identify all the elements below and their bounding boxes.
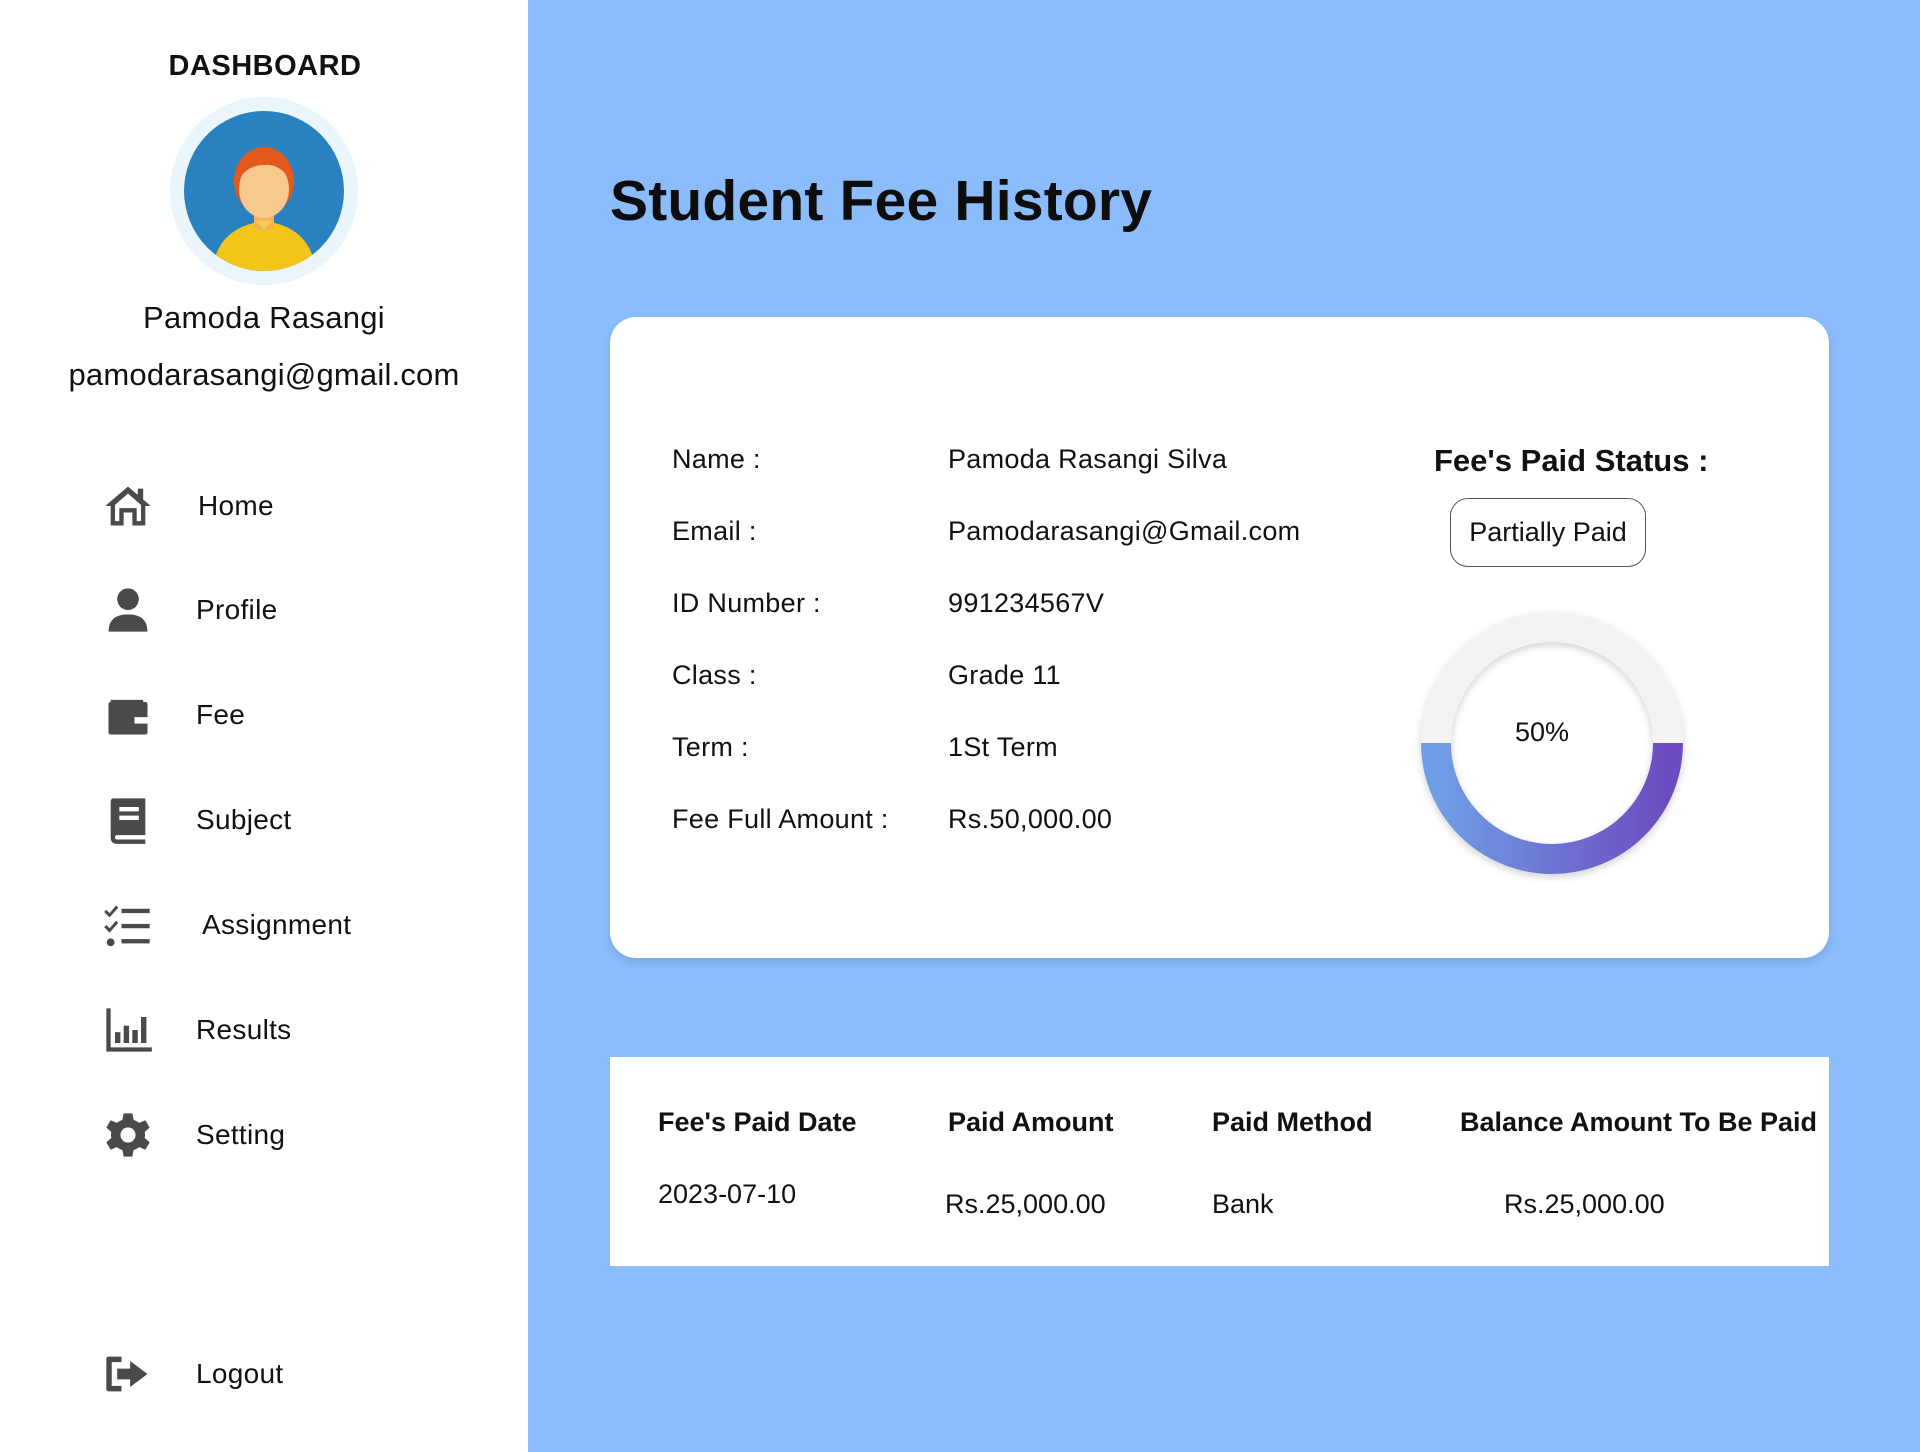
logout-button[interactable]: Logout — [98, 1344, 283, 1404]
sidebar-item-label: Assignment — [202, 909, 352, 940]
sidebar-item-setting[interactable]: Setting — [98, 1105, 285, 1165]
table-cell: 2023-07-10 — [658, 1179, 797, 1209]
user-icon — [98, 580, 158, 640]
wallet-icon — [98, 685, 158, 745]
sidebar-item-home[interactable]: Home — [98, 476, 274, 536]
home-icon — [98, 476, 158, 536]
progress-label: 50% — [1514, 717, 1570, 747]
sidebar-item-profile[interactable]: Profile — [98, 580, 277, 640]
detail-value: 1St Term — [948, 732, 1058, 762]
sidebar-item-fee[interactable]: Fee — [98, 685, 245, 745]
sidebar-item-label: Home — [198, 490, 274, 521]
table-header: Fee's Paid Date — [658, 1107, 857, 1137]
donut-progress-arc — [1421, 742, 1683, 874]
table-header: Balance Amount To Be Paid — [1460, 1107, 1818, 1137]
sidebar-item-results[interactable]: Results — [98, 1000, 291, 1060]
table-header: Paid Amount — [948, 1107, 1114, 1137]
detail-key: Fee Full Amount : — [672, 804, 889, 834]
detail-key: Email : — [672, 516, 757, 546]
user-name: Pamoda Rasangi — [142, 300, 385, 335]
table-header: Paid Method — [1212, 1107, 1373, 1137]
logout-icon — [98, 1344, 158, 1404]
fee-history-table: Fee's Paid Date Paid Amount Paid Method … — [610, 1057, 1829, 1266]
sidebar-item-assignment[interactable]: Assignment — [98, 895, 351, 955]
checklist-icon — [98, 895, 158, 955]
avatar[interactable] — [170, 97, 358, 285]
sidebar-item-label: Subject — [196, 804, 292, 835]
sidebar-item-label: Profile — [196, 594, 278, 625]
bar-chart-icon — [98, 1000, 158, 1060]
avatar-icon — [184, 111, 344, 271]
status-title: Fee's Paid Status : — [1434, 443, 1709, 478]
gear-icon — [98, 1105, 158, 1165]
book-icon — [98, 790, 158, 850]
app: DASHBOARD Pamoda Rasangi pamodarasangi@g… — [0, 0, 1920, 1452]
sidebar-item-label: Setting — [196, 1119, 286, 1150]
sidebar-item-label: Fee — [196, 699, 246, 730]
detail-value: Rs.50,000.00 — [948, 804, 1113, 834]
detail-key: Term : — [672, 732, 749, 762]
detail-key: ID Number : — [672, 588, 821, 618]
table-cell: Bank — [1212, 1189, 1274, 1219]
detail-value: Pamoda Rasangi Silva — [948, 444, 1228, 474]
detail-value: Grade 11 — [948, 660, 1061, 690]
user-email: pamodarasangi@gmail.com — [68, 357, 460, 392]
page-title: Student Fee History — [610, 169, 1153, 233]
sidebar-item-label: Results — [196, 1014, 292, 1045]
table-cell: Rs.25,000.00 — [945, 1189, 1106, 1219]
table-cell: Rs.25,000.00 — [1504, 1189, 1665, 1219]
detail-key: Name : — [672, 444, 761, 474]
sidebar-item-subject[interactable]: Subject — [98, 790, 292, 850]
detail-value: 991234567V — [948, 588, 1105, 618]
status-badge: Partially Paid — [1450, 498, 1646, 567]
detail-value: Pamodarasangi@Gmail.com — [948, 516, 1301, 546]
detail-key: Class : — [672, 660, 757, 690]
dashboard-title: DASHBOARD — [168, 50, 362, 82]
student-info-card: Name : Pamoda Rasangi Silva Email : Pamo… — [610, 317, 1829, 958]
sidebar: DASHBOARD Pamoda Rasangi pamodarasangi@g… — [0, 0, 528, 1452]
logout-label: Logout — [196, 1358, 284, 1389]
